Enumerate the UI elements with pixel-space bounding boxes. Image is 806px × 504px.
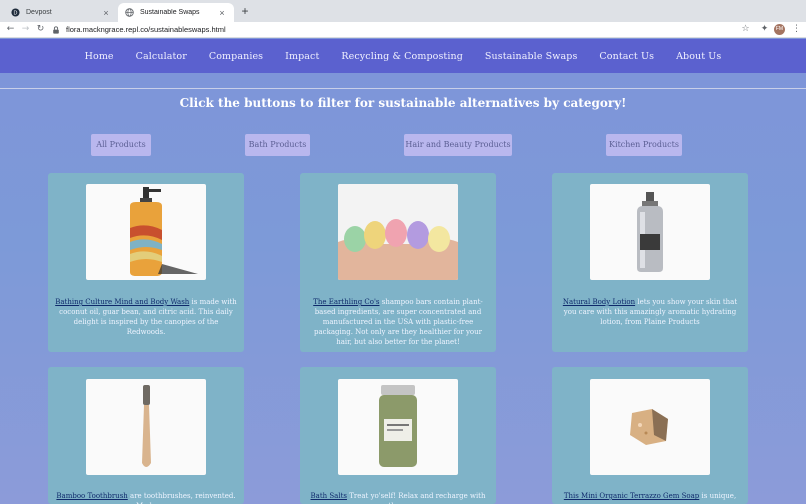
nav-link-impact[interactable]: Impact <box>274 51 330 62</box>
close-tab-icon[interactable]: × <box>101 8 111 18</box>
product-card: The Earthling Co's shampoo bars contain … <box>300 173 496 352</box>
product-image <box>86 184 206 280</box>
product-description: Bath Salts Treat yo'self! Relax and rech… <box>310 492 486 504</box>
product-image <box>338 379 458 475</box>
nav-link-contact[interactable]: Contact Us <box>588 51 665 62</box>
page-headline: Click the buttons to filter for sustaina… <box>179 96 627 110</box>
product-card: Bamboo Toothbrush are toothbrushes, rein… <box>48 367 244 504</box>
product-description: Bamboo Toothbrush are toothbrushes, rein… <box>56 492 236 504</box>
new-tab-button[interactable]: + <box>238 4 252 18</box>
globe-icon <box>125 8 134 17</box>
toothbrush-icon <box>142 385 151 467</box>
filter-bath-button[interactable]: Bath Products <box>245 134 310 156</box>
devpost-icon: D <box>11 8 20 17</box>
nav-link-recycling[interactable]: Recycling & Composting <box>330 51 473 62</box>
filter-all-button[interactable]: All Products <box>91 134 151 156</box>
product-link[interactable]: Bamboo Toothbrush <box>56 492 127 500</box>
product-link[interactable]: Natural Body Lotion <box>563 298 635 306</box>
avatar[interactable]: FM <box>774 24 785 35</box>
nav-link-companies[interactable]: Companies <box>198 51 274 62</box>
nav-link-home[interactable]: Home <box>74 51 125 62</box>
product-description: Bathing Culture Mind and Body Wash is ma… <box>55 298 237 336</box>
nav-link-calculator[interactable]: Calculator <box>125 51 198 62</box>
product-description: Natural Body Lotion lets you show your s… <box>562 298 738 326</box>
divider <box>0 88 806 89</box>
bookmark-star-icon[interactable]: ☆ <box>739 23 752 36</box>
product-image <box>590 379 710 475</box>
browser-tab-strip: D Devpost × Sustainable Swaps × + <box>0 0 806 22</box>
filter-hair-beauty-button[interactable]: Hair and Beauty Products <box>404 134 512 156</box>
close-tab-icon[interactable]: × <box>217 8 227 18</box>
product-link[interactable]: Bath Salts <box>311 492 347 500</box>
extensions-icon[interactable]: ✦ <box>758 23 771 36</box>
shampoo-bars-icon <box>338 184 458 280</box>
tab-title: Sustainable Swaps <box>140 9 200 16</box>
lock-icon <box>53 25 59 34</box>
product-link[interactable]: The Earthling Co's <box>313 298 379 306</box>
product-card: This Mini Organic Terrazzo Gem Soap is u… <box>552 367 748 504</box>
bath-salts-jar-icon <box>379 385 417 467</box>
browser-toolbar: ← → ↻ flora.mackngrace.repl.co/sustainab… <box>0 22 806 38</box>
lotion-bottle-icon <box>637 192 663 272</box>
back-icon[interactable]: ← <box>4 23 17 36</box>
product-card: Bath Salts Treat yo'self! Relax and rech… <box>300 367 496 504</box>
nav-link-about[interactable]: About Us <box>665 51 732 62</box>
tab-sustainable-swaps[interactable]: Sustainable Swaps × <box>118 3 234 22</box>
reload-icon[interactable]: ↻ <box>34 23 47 36</box>
address-bar[interactable]: flora.mackngrace.repl.co/sustainableswap… <box>52 22 752 37</box>
product-description: The Earthling Co's shampoo bars contain … <box>313 298 483 346</box>
filter-kitchen-button[interactable]: Kitchen Products <box>606 134 682 156</box>
tab-title: Devpost <box>26 9 52 16</box>
soap-bottle-icon <box>130 187 198 276</box>
forward-icon[interactable]: → <box>19 23 32 36</box>
url-text: flora.mackngrace.repl.co/sustainableswap… <box>66 25 226 34</box>
product-description: This Mini Organic Terrazzo Gem Soap is u… <box>563 492 737 500</box>
nav-link-sustainable-swaps[interactable]: Sustainable Swaps <box>474 51 589 62</box>
product-image <box>86 379 206 475</box>
tab-devpost[interactable]: D Devpost × <box>4 3 118 22</box>
product-link[interactable]: Bathing Culture Mind and Body Wash <box>55 298 189 306</box>
product-card: Bathing Culture Mind and Body Wash is ma… <box>48 173 244 352</box>
product-card: Natural Body Lotion lets you show your s… <box>552 173 748 352</box>
gem-soap-icon <box>630 409 668 445</box>
product-link[interactable]: This Mini Organic Terrazzo Gem Soap <box>564 492 699 500</box>
svg-text:D: D <box>14 10 18 16</box>
product-image <box>338 184 458 280</box>
site-navigation: Home Calculator Companies Impact Recycli… <box>0 39 806 73</box>
menu-icon[interactable]: ⋮ <box>790 23 803 36</box>
product-image <box>590 184 710 280</box>
